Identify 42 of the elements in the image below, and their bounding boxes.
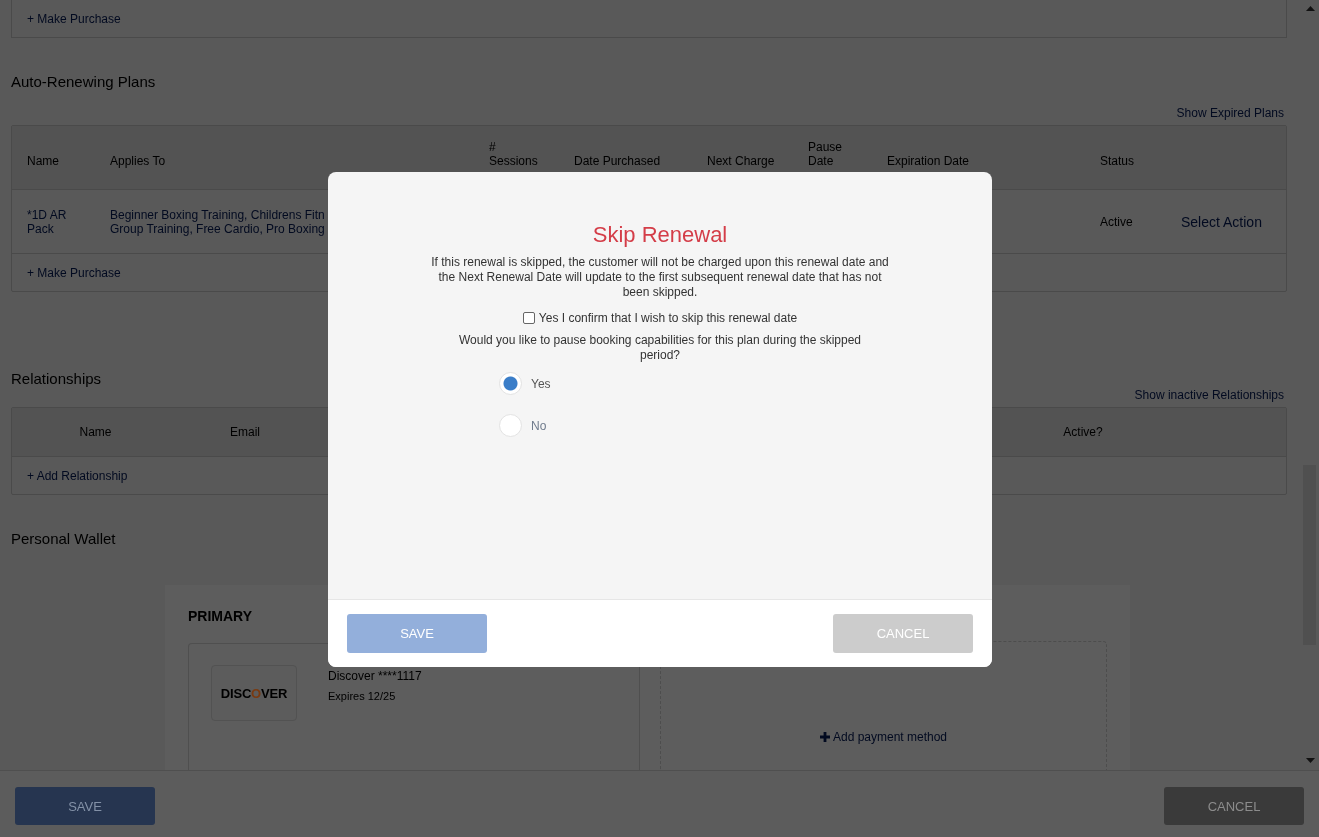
column-header: Status: [1100, 154, 1136, 168]
select-action-link[interactable]: Select Action: [1181, 213, 1262, 230]
modal-message: If this renewal is skipped, the customer will not be charged upon this renewal date and the Next Renewal Date will update to the first subsequent renewal date that has not been skipped.: [430, 255, 890, 300]
make-purchase-link[interactable]: + Make Purchase: [27, 11, 121, 26]
column-header: Name: [27, 154, 60, 168]
save-button[interactable]: SAVE: [15, 787, 155, 825]
column-header: Name: [79, 425, 112, 439]
add-payment-link[interactable]: Add payment method: [819, 729, 948, 745]
section-title: Relationships: [11, 370, 102, 388]
save-button[interactable]: SAVE: [347, 614, 487, 653]
table-cell-text: *1D AR Pack: [27, 207, 68, 236]
make-purchase-link[interactable]: + Make Purchase: [27, 265, 121, 280]
column-header: Pause Date: [808, 140, 844, 168]
column-header: Applies To: [110, 154, 167, 168]
card-brand-logo: DISCOVER: [211, 665, 297, 721]
section-title: Auto-Renewing Plans: [11, 73, 156, 91]
column-header: # Sessions: [489, 140, 539, 168]
confirm-checkbox[interactable]: [522, 312, 535, 324]
scroll-down-icon[interactable]: [1306, 758, 1315, 763]
column-header: Email: [230, 425, 260, 439]
scroll-up-icon[interactable]: [1306, 6, 1315, 11]
card-label: PRIMARY: [188, 607, 253, 625]
column-header: Next Charge: [707, 154, 776, 168]
radio-label[interactable]: No: [531, 418, 547, 433]
checkbox-label[interactable]: Yes I confirm that I wish to skip this renewal date: [538, 310, 798, 326]
modal-title: Skip Renewal: [591, 222, 729, 248]
add-relationship-link[interactable]: + Add Relationship: [27, 468, 128, 483]
card-expiry: Expires 12/25: [328, 689, 397, 703]
cancel-button[interactable]: CANCEL: [1164, 787, 1304, 825]
plus-icon: [819, 732, 830, 742]
radio-button[interactable]: [499, 372, 522, 395]
card-number: Discover ****1117: [328, 669, 422, 683]
table-cell: Beginner Boxing Training, Childrens Fitn Group Training, Free Cardio, Pro Boxing: [110, 207, 325, 236]
section-title: Personal Wallet: [11, 530, 116, 548]
column-header: Active?: [1063, 425, 1103, 439]
table-cell: Active: [1100, 214, 1133, 229]
radio-label[interactable]: Yes: [531, 376, 551, 391]
column-header: Date Purchased: [574, 154, 662, 168]
column-header: Expiration Date: [887, 154, 971, 168]
radio-button[interactable]: [499, 414, 522, 437]
modal-question: Would you like to pause booking capabilities for this plan during the skipped period?: [458, 333, 862, 363]
show-expired-plans-link[interactable]: Show Expired Plans: [1176, 106, 1284, 120]
